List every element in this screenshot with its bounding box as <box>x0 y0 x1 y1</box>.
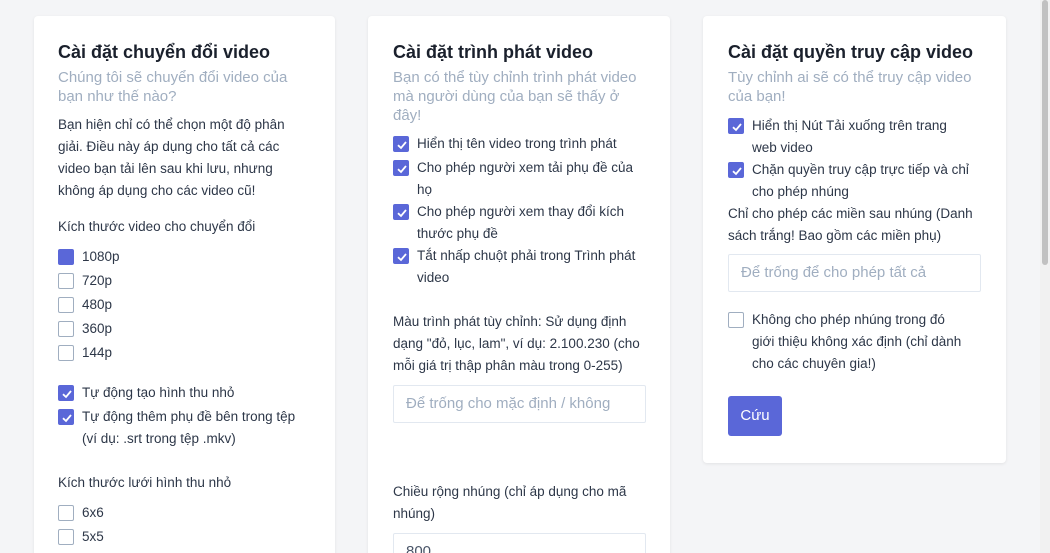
check-icon <box>397 253 407 262</box>
thumbnail-grid-label: Kích thước lưới hình thu nhỏ <box>58 475 232 490</box>
embed-width-label: Chiều rộng nhúng (chỉ áp dụng cho mã <box>393 484 627 499</box>
card-title: Cài đặt chuyển đổi video <box>58 42 271 62</box>
show-title-checkbox[interactable] <box>393 136 409 152</box>
show-download-checkbox[interactable] <box>728 118 744 134</box>
player-color-label: mỗi giá trị thập phân màu trong 0-255) <box>393 358 623 373</box>
check-icon <box>397 141 407 150</box>
resolution-label: 480p <box>82 297 113 312</box>
upload-subtitles-label: Cho phép người xem tải phụ đề của <box>417 160 634 175</box>
disable-right-click-label: Tắt nhấp chuột phải trong Trình phát <box>417 248 636 263</box>
auto-subtitles-label: (ví dụ: .srt trong tệp .mkv) <box>82 431 236 446</box>
resolution-label: 720p <box>82 273 113 288</box>
video-player-card: Cài đặt trình phát video Bạn có thể tùy … <box>368 16 670 553</box>
card-title: Cài đặt trình phát video <box>393 42 594 62</box>
card-subtitle: Tùy chỉnh ai sẽ có thể truy cập video <box>728 69 972 86</box>
card-title: Cài đặt quyền truy cập video <box>728 42 974 62</box>
card-subtitle: của bạn! <box>728 88 786 105</box>
show-title-label: Hiển thị tên video trong trình phát <box>417 136 617 151</box>
block-direct-access-label: Chặn quyền truy cập trực tiếp và chỉ <box>752 162 969 177</box>
description: giải. Điều này áp dụng cho tất cả các <box>58 139 280 154</box>
auto-subtitles-checkbox[interactable] <box>58 409 74 425</box>
block-unknown-referrer-label: Không cho phép nhúng trong đó <box>752 312 945 327</box>
resolution-label: 1080p <box>82 249 120 264</box>
check-icon <box>397 209 407 218</box>
card-subtitle: Chúng tôi sẽ chuyển đổi video của <box>58 69 288 86</box>
allowed-domains-label: Chỉ cho phép các miền sau nhúng (Danh <box>728 206 973 221</box>
embed-width-label: nhúng) <box>393 506 436 521</box>
auto-thumbnail-label: Tự động tạo hình thu nhỏ <box>82 385 235 400</box>
subtitle-size-label: thước phụ đề <box>417 226 498 241</box>
block-direct-access-label: cho phép nhúng <box>752 184 849 199</box>
auto-subtitles-label: Tự động thêm phụ đề bên trong tệp <box>82 409 296 424</box>
check-icon <box>732 167 742 176</box>
allowed-domains-input[interactable]: Để trống để cho phép tất cả <box>728 254 981 292</box>
grid-option-label: 6x6 <box>82 505 104 520</box>
grid-option-label: 5x5 <box>82 529 104 544</box>
resolution-1080p-checkbox[interactable] <box>58 249 74 265</box>
resolution-360p-checkbox[interactable] <box>58 321 74 337</box>
check-icon <box>397 165 407 174</box>
subtitle-size-checkbox[interactable] <box>393 204 409 220</box>
disable-right-click-label: video <box>417 270 450 285</box>
card-subtitle: đây! <box>393 107 422 124</box>
resolution-144p-checkbox[interactable] <box>58 345 74 361</box>
player-color-label: dạng "đỏ, lục, lam", ví dụ: 2.100.230 (c… <box>393 336 640 351</box>
card-subtitle: mà người dùng của bạn sẽ thấy ở <box>393 88 620 105</box>
block-direct-access-checkbox[interactable] <box>728 162 744 178</box>
upload-subtitles-label: họ <box>417 182 433 197</box>
description: video bạn tải lên sau khi lưu, nhưng <box>58 161 273 176</box>
player-color-label: Màu trình phát tùy chỉnh: Sử dụng định <box>393 314 627 329</box>
block-unknown-referrer-checkbox[interactable] <box>728 312 744 328</box>
check-icon <box>732 123 742 132</box>
block-unknown-referrer-label: cho các chuyên gia!) <box>752 356 876 371</box>
resolution-480p-checkbox[interactable] <box>58 297 74 313</box>
show-download-label: web video <box>752 140 813 155</box>
upload-subtitles-checkbox[interactable] <box>393 160 409 176</box>
check-icon <box>62 414 72 423</box>
resolution-label: 144p <box>82 345 113 360</box>
description: Bạn hiện chỉ có thể chọn một độ phân <box>58 117 285 132</box>
save-button[interactable]: Cứu <box>728 396 782 436</box>
video-conversion-card: Cài đặt chuyển đổi video Chúng tôi sẽ ch… <box>34 16 335 553</box>
disable-right-click-checkbox[interactable] <box>393 248 409 264</box>
grid-6x6-checkbox[interactable] <box>58 505 74 521</box>
video-size-label: Kích thước video cho chuyển đổi <box>58 219 256 234</box>
subtitle-size-label: Cho phép người xem thay đổi kích <box>417 204 625 219</box>
description: không áp dụng cho các video cũ! <box>58 183 256 198</box>
resolution-label: 360p <box>82 321 113 336</box>
block-unknown-referrer-label: giới thiệu không xác định (chỉ dành <box>752 334 962 349</box>
resolution-720p-checkbox[interactable] <box>58 273 74 289</box>
grid-5x5-checkbox[interactable] <box>58 529 74 545</box>
embed-width-input[interactable]: 800 <box>393 533 646 553</box>
card-subtitle: Bạn có thể tùy chỉnh trình phát video <box>393 69 637 86</box>
auto-thumbnail-checkbox[interactable] <box>58 385 74 401</box>
check-icon <box>62 390 72 399</box>
player-color-input[interactable]: Để trống cho mặc định / không <box>393 385 646 423</box>
video-access-card: Cài đặt quyền truy cập video Tùy chỉnh a… <box>703 16 1006 463</box>
card-subtitle: bạn như thế nào? <box>58 88 177 105</box>
allowed-domains-label: sách trắng! Bao gồm các miền phụ) <box>728 228 942 243</box>
show-download-label: Hiển thị Nút Tải xuống trên trang <box>752 118 947 133</box>
scrollbar-thumb[interactable] <box>1042 0 1048 265</box>
